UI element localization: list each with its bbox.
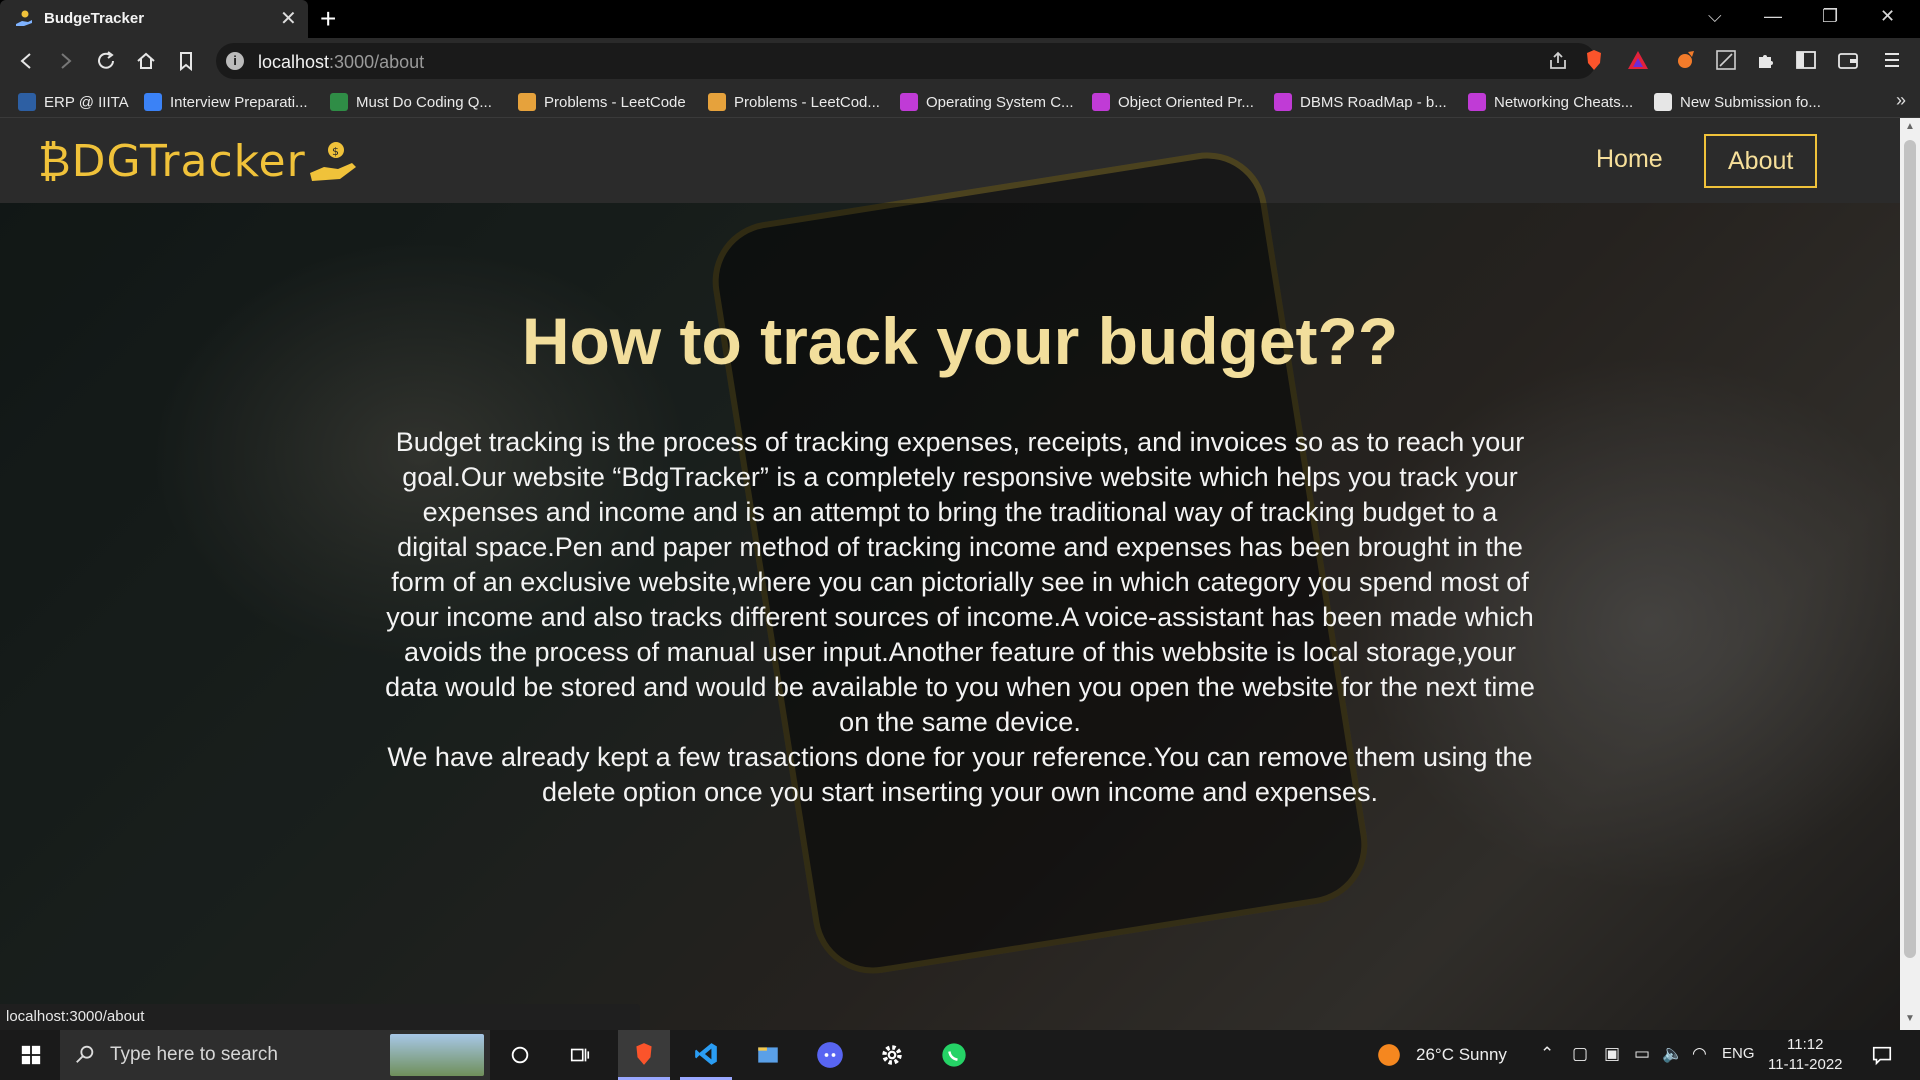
browser-window: BudgeTracker ✕ + ⌵ — ❐ ✕ i localhost:300…: [0, 0, 1920, 1030]
vscode-taskbar-icon[interactable]: [680, 1030, 732, 1080]
menu-icon[interactable]: [1880, 48, 1904, 72]
windows-start-icon[interactable]: [8, 1030, 54, 1080]
leetcode-icon: [708, 93, 726, 111]
tab-title: BudgeTracker: [44, 10, 145, 27]
windows-taskbar: Type here to search 26°C Sunny ⌃ ▢ ▣ ▭ 🔈…: [0, 1030, 1920, 1080]
bookmark-must-do[interactable]: Must Do Coding Q...: [330, 91, 492, 113]
leetcode-icon: [518, 93, 536, 111]
site-navbar: ₿DGTracker $ Home About: [0, 118, 1900, 203]
screen-icon[interactable]: ▣: [1604, 1044, 1620, 1064]
share-icon[interactable]: [1546, 49, 1570, 73]
nav-about-link[interactable]: About: [1704, 134, 1818, 188]
bookmark-leetcode-2[interactable]: Problems - LeetCod...: [708, 91, 880, 113]
more-bookmarks-icon[interactable]: »: [1896, 90, 1906, 111]
page-viewport: ₿DGTracker $ Home About How to track you…: [0, 118, 1900, 1030]
search-placeholder: Type here to search: [110, 1044, 278, 1065]
letter-l-icon: [144, 93, 162, 111]
language-indicator[interactable]: ENG: [1722, 1045, 1755, 1062]
notification-center-icon[interactable]: [1860, 1030, 1904, 1080]
system-clock[interactable]: 11:12 11-11-2022: [1768, 1035, 1843, 1075]
wifi-icon[interactable]: ◠: [1692, 1044, 1707, 1064]
info-icon[interactable]: i: [226, 52, 244, 70]
extension-orange-icon[interactable]: [1674, 48, 1698, 72]
bookmark-leetcode-1[interactable]: Problems - LeetCode: [518, 91, 686, 113]
erp-icon: [18, 93, 36, 111]
home-button[interactable]: [134, 49, 158, 73]
notion-icon: [1274, 93, 1292, 111]
bookmark-new-submission[interactable]: New Submission fo...: [1654, 91, 1821, 113]
scroll-thumb[interactable]: [1904, 140, 1916, 958]
notion-icon: [900, 93, 918, 111]
back-button[interactable]: [14, 49, 38, 73]
close-tab-icon[interactable]: ✕: [280, 6, 297, 31]
hand-coin-icon: $: [308, 139, 360, 185]
search-icon: [74, 1043, 96, 1070]
weather-sun-icon[interactable]: [1374, 1030, 1404, 1080]
whatsapp-icon[interactable]: [928, 1030, 980, 1080]
clock-time: 11:12: [1787, 1036, 1824, 1053]
task-view-icon[interactable]: [558, 1030, 602, 1080]
bookmark-networking[interactable]: Networking Cheats...: [1468, 91, 1633, 113]
volume-icon[interactable]: 🔈: [1662, 1044, 1683, 1064]
clock-date: 11-11-2022: [1768, 1056, 1843, 1073]
bookmark-os[interactable]: Operating System C...: [900, 91, 1074, 113]
bookmarks-bar: ERP @ IIITA Interview Preparati... Must …: [0, 84, 1920, 118]
bookmark-icon[interactable]: [174, 49, 198, 73]
gfg-icon: [330, 93, 348, 111]
battery-icon[interactable]: ▭: [1634, 1044, 1650, 1064]
bookmark-erp[interactable]: ERP @ IIITA: [18, 91, 129, 113]
nav-home-link[interactable]: Home: [1574, 134, 1685, 188]
about-description: Budget tracking is the process of tracki…: [384, 425, 1536, 810]
forward-button[interactable]: [54, 49, 78, 73]
search-highlight-image: [390, 1034, 484, 1076]
wallet-icon[interactable]: [1836, 48, 1860, 72]
address-bar[interactable]: i localhost:3000/about: [216, 43, 1596, 79]
brave-taskbar-icon[interactable]: [618, 1030, 670, 1080]
site-logo[interactable]: ₿DGTracker $: [38, 136, 360, 187]
bookmark-dbms[interactable]: DBMS RoadMap - b...: [1274, 91, 1447, 113]
minimize-button[interactable]: —: [1764, 6, 1782, 27]
weather-text[interactable]: 26°C Sunny: [1416, 1045, 1507, 1065]
sidebar-icon[interactable]: [1794, 48, 1818, 72]
tab-budgetracker[interactable]: BudgeTracker ✕: [0, 0, 308, 38]
brave-shield-icon[interactable]: [1582, 48, 1606, 72]
meet-now-icon[interactable]: ▢: [1572, 1044, 1588, 1064]
notion-icon: [1092, 93, 1110, 111]
restore-button[interactable]: ❐: [1822, 6, 1838, 27]
notion-icon: [1468, 93, 1486, 111]
scroll-down-arrow[interactable]: ▼: [1905, 1014, 1915, 1024]
settings-gear-icon[interactable]: [866, 1030, 918, 1080]
reload-button[interactable]: [94, 49, 118, 73]
hand-coin-icon: [14, 9, 34, 29]
browser-toolbar: i localhost:3000/about: [0, 38, 1920, 84]
about-paragraph-2: We have already kept a few trasactions d…: [387, 742, 1533, 807]
cortana-icon[interactable]: [498, 1030, 542, 1080]
about-paragraph-1: Budget tracking is the process of tracki…: [385, 427, 1535, 737]
bookmark-interview[interactable]: Interview Preparati...: [144, 91, 308, 113]
logo-text: ₿DGTracker: [38, 136, 306, 187]
brave-rewards-icon[interactable]: [1626, 48, 1650, 72]
page-title: How to track your budget??: [521, 304, 1399, 378]
file-explorer-icon[interactable]: [742, 1030, 794, 1080]
new-tab-button[interactable]: +: [320, 3, 336, 35]
taskbar-search[interactable]: Type here to search: [60, 1030, 490, 1080]
link-status-tooltip: localhost:3000/about: [0, 1004, 640, 1030]
extension-grid-icon[interactable]: [1714, 48, 1738, 72]
scroll-up-arrow[interactable]: ▲: [1905, 122, 1915, 132]
discord-icon[interactable]: [804, 1030, 856, 1080]
bookmark-oop[interactable]: Object Oriented Pr...: [1092, 91, 1254, 113]
url-text[interactable]: localhost:3000/about: [258, 52, 424, 73]
tray-chevron-up-icon[interactable]: ⌃: [1540, 1044, 1554, 1064]
svg-text:$: $: [332, 145, 339, 158]
document-icon: [1654, 93, 1672, 111]
about-hero: How to track your budget?? Budget tracki…: [0, 143, 1900, 1030]
extensions-puzzle-icon[interactable]: [1754, 48, 1778, 72]
tab-strip: BudgeTracker ✕ + ⌵ — ❐ ✕: [0, 0, 1920, 38]
tab-search-icon[interactable]: ⌵: [1708, 6, 1722, 27]
close-window-button[interactable]: ✕: [1880, 6, 1895, 27]
page-scrollbar[interactable]: ▲ ▼: [1900, 118, 1920, 1030]
